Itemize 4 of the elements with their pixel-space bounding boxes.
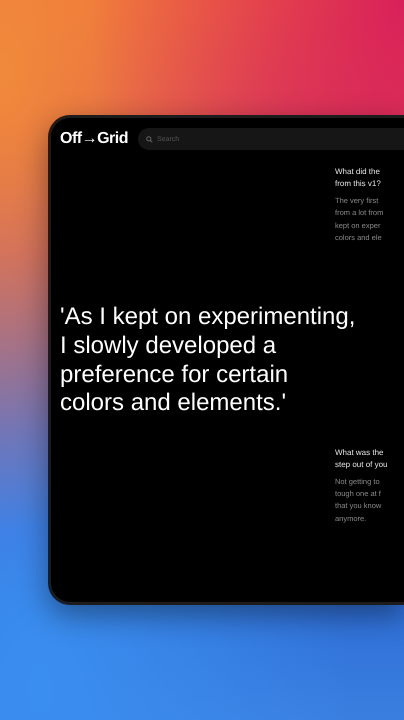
logo[interactable]: Off→Grid (60, 127, 128, 151)
quote-text: 'As I kept on experimenting, I slowly developed a preference for certain colors and elements.' (60, 303, 356, 418)
question-text: What was the step out of you (335, 446, 388, 470)
question-text: What did the from this v1? (335, 166, 382, 190)
